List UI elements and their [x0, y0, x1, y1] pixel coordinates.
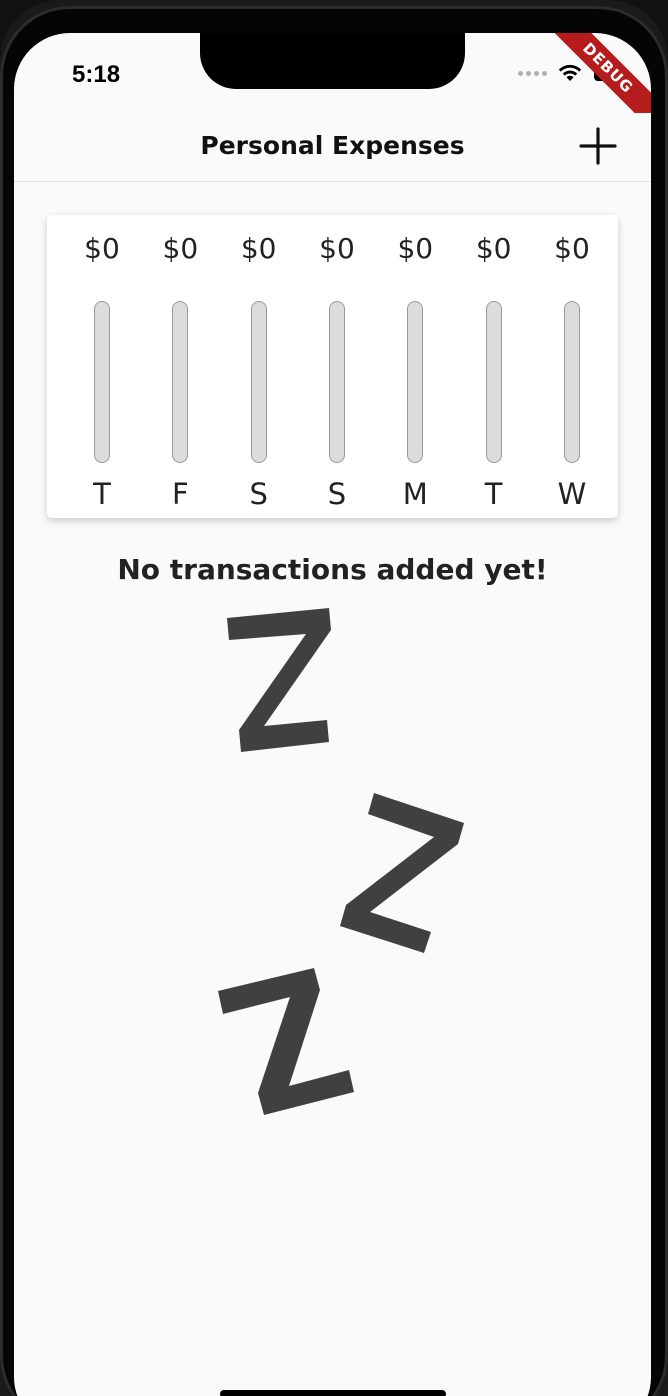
cellular-signal-icon: [518, 70, 547, 76]
page-title: Personal Expenses: [200, 131, 465, 160]
bar-track: [407, 301, 424, 463]
bar-amount-label: $0: [84, 232, 120, 265]
app-screen: 5:18 DEBUG Personal Expenses $0 T $0 F $0 S $0…: [14, 33, 651, 1396]
bar-day-label: T: [93, 477, 111, 511]
chart-bar-column: $0 T: [459, 229, 529, 511]
bar-track: [172, 301, 189, 463]
bar-amount-label: $0: [475, 232, 512, 265]
chart-bar-column: $0 W: [537, 229, 607, 511]
bar-amount-label: $0: [162, 232, 199, 265]
bar-day-label: W: [557, 477, 587, 511]
chart-bar-column: $0 M: [380, 229, 450, 511]
plus-icon: [579, 127, 617, 165]
chart-bar-column: $0 S: [224, 229, 294, 511]
bar-amount-label: $0: [319, 232, 355, 265]
bar-track: [328, 301, 345, 463]
z-letter-top: [227, 608, 331, 752]
sleeping-zzz-illustration: [218, 608, 464, 1115]
chart-bar-column: $0 F: [145, 229, 215, 511]
bar-track: [250, 301, 267, 463]
bar-day-label: M: [402, 477, 428, 511]
z-letter-bottom: [218, 968, 354, 1115]
bar-day-label: S: [249, 477, 268, 511]
bar-day-label: F: [171, 477, 189, 511]
bar-amount-label: $0: [397, 232, 434, 265]
bar-amount-label: $0: [240, 232, 277, 265]
add-transaction-button[interactable]: [579, 127, 617, 165]
device-notch: [200, 33, 465, 89]
chart-bars: $0 T $0 F $0 S $0 S $0 M $0 T $0 W: [67, 229, 607, 511]
bar-amount-label: $0: [554, 232, 590, 265]
bar-day-label: T: [484, 477, 503, 511]
chart-bar-column: $0 T: [67, 229, 137, 511]
status-time: 5:18: [72, 61, 121, 88]
z-letter-middle: [340, 793, 464, 953]
wifi-icon: [558, 64, 582, 81]
weekly-chart-card: $0 T $0 F $0 S $0 S $0 M $0 T $0 W: [47, 215, 618, 518]
empty-state-message: No transactions added yet!: [117, 553, 548, 586]
app-bar: Personal Expenses: [14, 113, 651, 182]
bar-day-label: S: [327, 477, 347, 511]
bar-track: [563, 301, 580, 463]
bar-track: [485, 301, 502, 463]
chart-bar-column: $0 S: [302, 229, 372, 511]
home-indicator: [220, 1390, 446, 1396]
bar-track: [94, 301, 110, 463]
